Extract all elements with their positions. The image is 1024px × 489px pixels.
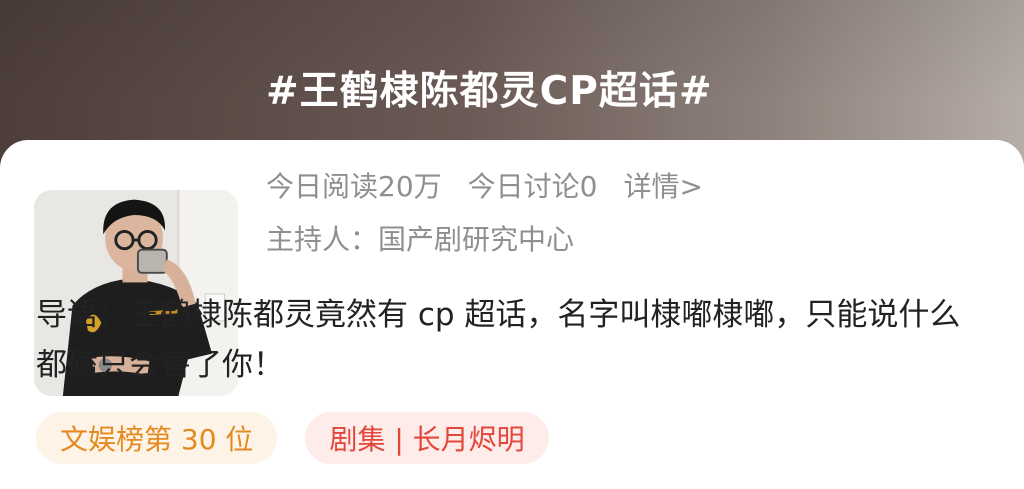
topic-title: #王鹤棣陈都灵CP超话# <box>266 69 713 114</box>
ranking-tag[interactable]: 文娱榜第 30 位 <box>36 412 278 464</box>
topic-intro: 导语：王鹤棣陈都灵竟然有 cp 超话，名字叫棣嘟棣嘟，只能说什么都磕只会害了你！ <box>36 297 961 383</box>
drama-tag[interactable]: 剧集 | 长月烬明 <box>305 412 549 464</box>
host-label: 主持人：国产剧研究中心 <box>266 223 575 256</box>
details-link[interactable]: 详情> <box>623 165 702 205</box>
topic-page: #王鹤棣陈都灵CP超话# 今日阅读20万 今日讨论0 详情> 主持人：国产剧研究… <box>0 0 1024 489</box>
read-count: 今日阅读20万 <box>266 170 442 203</box>
topic-tags: 文娱榜第 30 位 剧集 | 长月烬明 <box>36 412 577 464</box>
host-line: 主持人：国产剧研究中心 <box>266 218 574 258</box>
topic-stats: 今日阅读20万 今日讨论0 详情> <box>266 165 729 205</box>
discussion-count: 今日讨论0 <box>467 170 598 203</box>
